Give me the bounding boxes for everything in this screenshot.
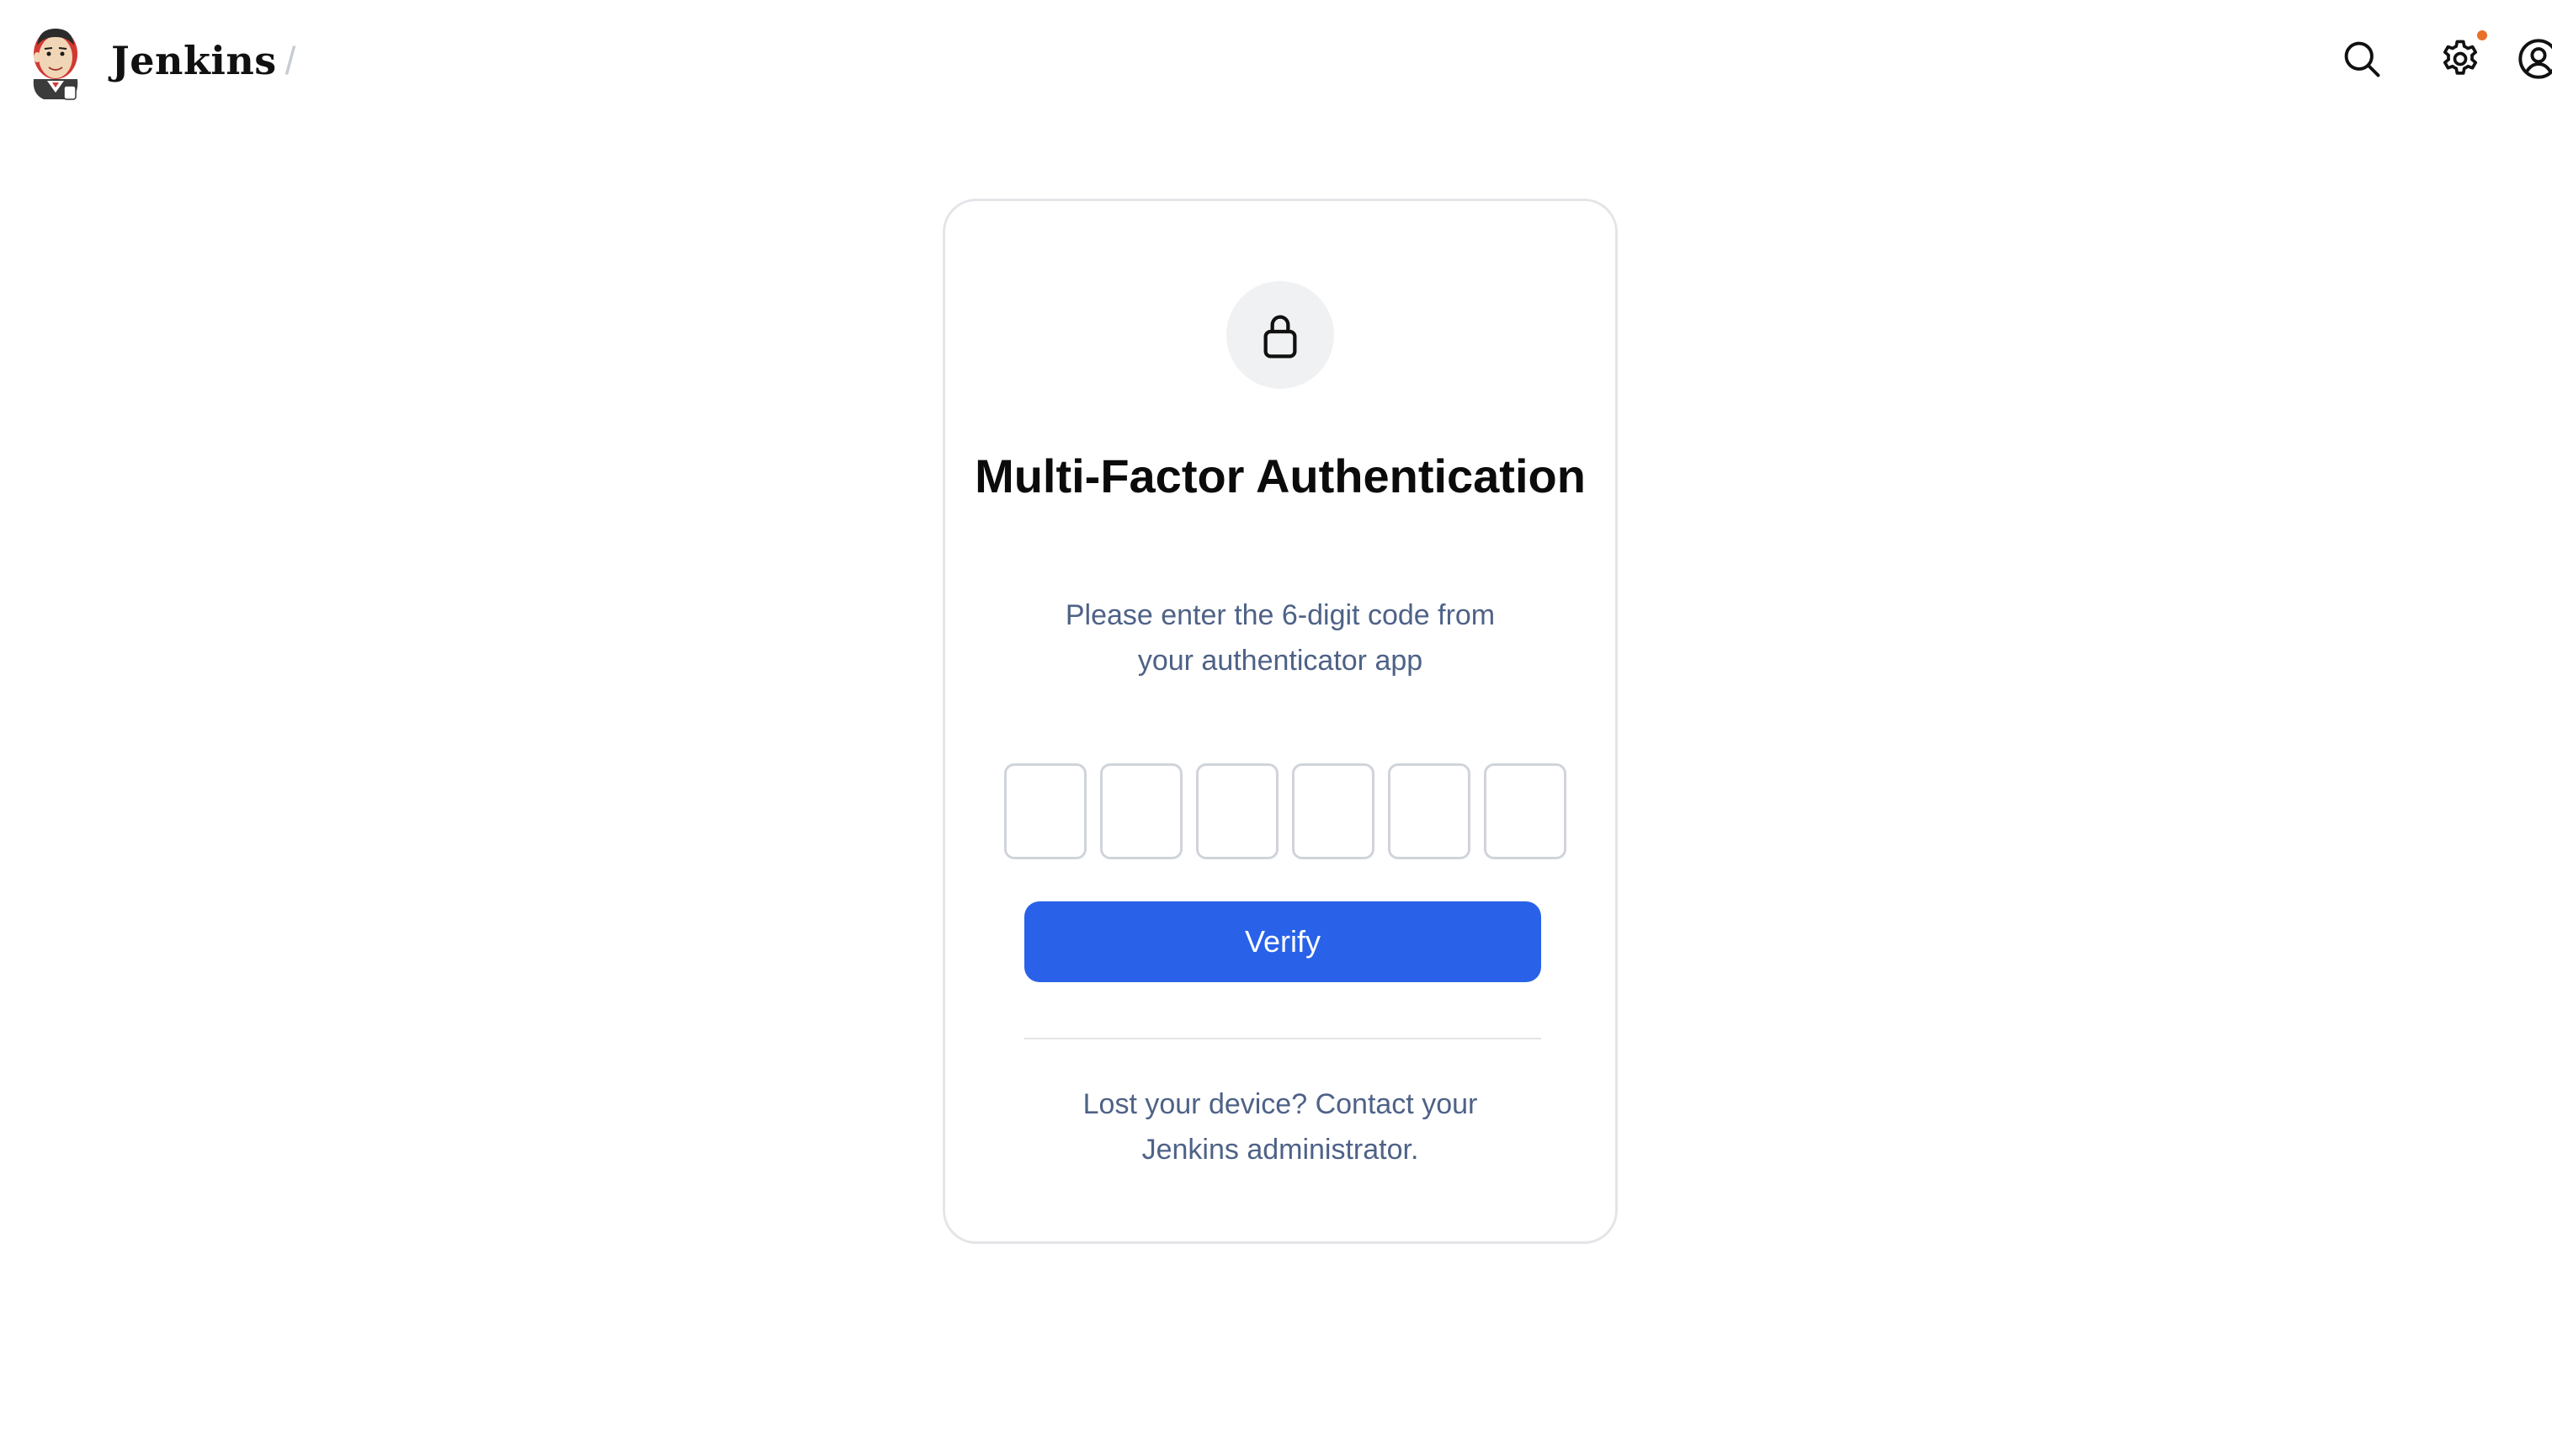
gear-icon: [2443, 40, 2478, 75]
jenkins-logo-icon: [33, 29, 78, 100]
otp-digit-2-input[interactable]: [1100, 763, 1183, 859]
otp-code-inputs: [1004, 763, 1566, 859]
brand-link[interactable]: Jenkins /: [25, 20, 295, 101]
lost-device-help-text: Lost your device? Contact your Jenkins a…: [1082, 1088, 1478, 1166]
brand-name: Jenkins: [111, 38, 277, 83]
otp-digit-5-input[interactable]: [1388, 763, 1470, 859]
user-account-button[interactable]: [2517, 37, 2552, 81]
top-bar: Jenkins /: [0, 0, 2552, 126]
otp-digit-3-input[interactable]: [1196, 763, 1279, 859]
divider: [1024, 1038, 1541, 1039]
search-button[interactable]: [2340, 37, 2384, 81]
lock-icon: [1263, 315, 1297, 359]
verify-button[interactable]: Verify: [1024, 901, 1541, 982]
otp-digit-6-input[interactable]: [1484, 763, 1566, 859]
manage-jenkins-button[interactable]: [2438, 30, 2487, 81]
breadcrumb-separator: /: [284, 39, 296, 82]
instructions-text: Please enter the 6-digit code from your …: [1065, 599, 1496, 677]
notification-dot: [2477, 30, 2487, 40]
otp-digit-4-input[interactable]: [1292, 763, 1374, 859]
title-text: Multi-Factor Authentication: [975, 449, 1586, 502]
page-title: Multi-Factor Authentication: [945, 445, 1615, 507]
otp-digit-1-input[interactable]: [1004, 763, 1087, 859]
mfa-card: Multi-Factor Authentication Please enter…: [943, 199, 1618, 1244]
search-icon: [2344, 41, 2380, 77]
user-circle-icon: [2518, 39, 2552, 79]
lock-badge: [1226, 281, 1334, 389]
